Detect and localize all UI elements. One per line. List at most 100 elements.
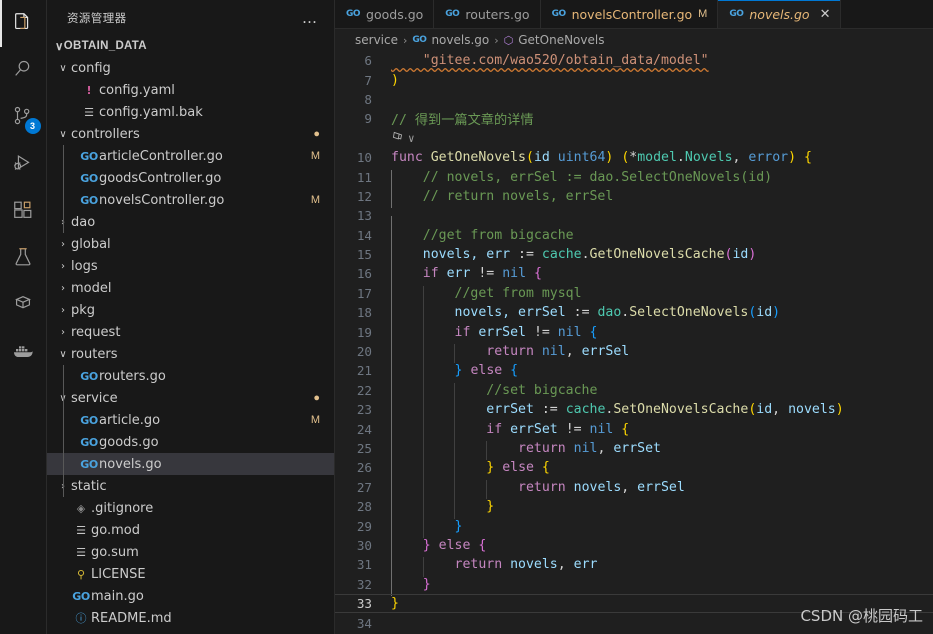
tree-item-dao[interactable]: ›dao <box>47 211 334 233</box>
go-gopher-run-icon[interactable] <box>391 130 404 147</box>
code-line-16[interactable]: 16 if err != nil { <box>335 264 933 286</box>
activity-item-run-and-debug[interactable] <box>0 141 47 188</box>
code-line-29[interactable]: 29 } <box>335 516 933 538</box>
code-token: { <box>478 537 487 553</box>
editor-tab-goods-go[interactable]: GO goods.go <box>335 0 435 28</box>
code-line-13[interactable]: 13 <box>335 206 933 236</box>
code-line-8[interactable]: 8 <box>335 90 933 109</box>
tree-item-novels-go[interactable]: GO novels.go <box>47 453 334 475</box>
editor-tab-routers-go[interactable]: GO routers.go <box>434 0 541 28</box>
activity-item-testing[interactable] <box>0 235 47 282</box>
code-token: id <box>732 247 749 263</box>
code-line-12[interactable]: 12 // return novels, errSel <box>335 187 933 209</box>
tree-item-config[interactable]: ∨ config <box>47 57 334 79</box>
tree-item-go-sum[interactable]: ☰ go.sum <box>47 541 334 563</box>
code-line-33[interactable]: 33} <box>335 593 933 614</box>
tree-item-service[interactable]: ∨service● <box>47 387 334 409</box>
tree-item-routers[interactable]: ∨ routers <box>47 343 334 365</box>
code-token: err <box>446 266 479 282</box>
tree-item-articlecontroller-go[interactable]: GO articleController.go M <box>47 145 334 167</box>
list-file-icon: ☰ <box>84 105 94 119</box>
code-token: , <box>565 344 582 360</box>
breadcrumb-item-folder[interactable]: service <box>355 33 398 47</box>
tree-item-label: global <box>71 236 111 252</box>
extensions-icon <box>12 199 34 225</box>
code-line-30[interactable]: 30 } else { <box>335 536 933 558</box>
tree-item-config-yaml[interactable]: ! config.yaml <box>47 79 334 101</box>
tree-item-controllers[interactable]: ∨ controllers ● <box>47 123 334 145</box>
tree-item-request[interactable]: › request <box>47 321 334 343</box>
activity-item-explorer[interactable] <box>0 0 47 47</box>
code-line-18[interactable]: 18 novels, errSel := dao.SelectOneNovels… <box>335 303 933 325</box>
chevron-right-icon[interactable]: › <box>55 305 71 316</box>
explorer-root-folder[interactable]: ∨ OBTAIN_DATA <box>47 35 334 57</box>
tree-item-novelscontroller-go[interactable]: GO novelsController.go M <box>47 189 334 211</box>
breadcrumb-item-symbol[interactable]: GetOneNovels <box>518 33 604 47</box>
tree-item--gitignore[interactable]: ◈ .gitignore <box>47 497 334 519</box>
code-line-28[interactable]: 28 } <box>335 497 933 519</box>
codelens-content[interactable]: ∨ <box>391 130 415 147</box>
close-icon[interactable]: ✕ <box>820 8 831 21</box>
code-line-34[interactable]: 34 <box>335 613 933 632</box>
activity-item-docker[interactable] <box>0 329 47 376</box>
code-line-21[interactable]: 21 } else { <box>335 361 933 383</box>
chevron-down-icon[interactable]: ∨ <box>55 129 71 140</box>
tree-item-go-mod[interactable]: ☰ go.mod <box>47 519 334 541</box>
tree-item-routers-go[interactable]: GO routers.go <box>47 365 334 387</box>
code-line-9[interactable]: 9 // 得到一篇文章的详情 <box>335 109 933 128</box>
code-line-17[interactable]: 17 //get from mysql <box>335 284 933 306</box>
tree-item-logs[interactable]: › logs <box>47 255 334 277</box>
tree-item-pkg[interactable]: › pkg <box>47 299 334 321</box>
chevron-down-icon[interactable]: ∨ <box>55 63 71 74</box>
explorer-more-actions-icon[interactable]: … <box>302 10 326 25</box>
file-tree[interactable]: ∨ config! config.yaml ☰ config.yaml.bak ∨ cont… <box>47 57 334 634</box>
jupyter-icon <box>12 293 34 319</box>
chevron-right-icon[interactable]: › <box>55 327 71 338</box>
activity-item-search[interactable] <box>0 47 47 94</box>
editor-tab-novels-go[interactable]: GO novels.go ✕ <box>718 0 842 28</box>
code-line-31[interactable]: 31 return novels, err <box>335 555 933 577</box>
tree-item-model[interactable]: › model <box>47 277 334 299</box>
activity-item-extensions[interactable] <box>0 188 47 235</box>
code-line-24[interactable]: 24 if errSet != nil { <box>335 419 933 441</box>
code-line-14[interactable]: 14 //get from bigcache <box>335 226 933 248</box>
tree-item-goodscontroller-go[interactable]: GO goodsController.go <box>47 167 334 189</box>
code-line-23[interactable]: 23 errSet := cache.SetOneNovelsCache(id,… <box>335 400 933 422</box>
breadcrumb[interactable]: service › GO novels.go › ⬡ GetOneNovels <box>335 29 933 51</box>
code-token: errSel <box>637 479 685 495</box>
line-number: 16 <box>356 266 372 282</box>
activity-item-jupyter[interactable] <box>0 282 47 329</box>
chevron-down-icon[interactable]: ∨ <box>55 349 71 360</box>
code-line-7[interactable]: 7) <box>335 70 933 89</box>
code-line-27[interactable]: 27 return novels, errSel <box>335 478 933 500</box>
code-line-25[interactable]: 25 return nil, errSet <box>335 439 933 461</box>
tree-item-readme-md[interactable]: ⓘ README.md <box>47 607 334 629</box>
code-line-15[interactable]: 15 novels, err := cache.GetOneNovelsCach… <box>335 245 933 267</box>
code-line-19[interactable]: 19 if errSel != nil { <box>335 322 933 345</box>
chevron-right-icon[interactable]: › <box>55 261 71 272</box>
code-token: ) <box>391 72 399 88</box>
code-line-6[interactable]: 6 "gitee.com/wao520/obtain_data/model" <box>335 51 933 70</box>
tree-item-article-go[interactable]: GO article.go M <box>47 409 334 431</box>
code-line-22[interactable]: 22 //set bigcache <box>335 381 933 403</box>
code-token: novels <box>510 557 558 573</box>
code-line-26[interactable]: 26 } else { <box>335 458 933 480</box>
activity-item-source-control[interactable]: 3 <box>0 94 47 141</box>
tree-item-license[interactable]: ⚲ LICENSE <box>47 563 334 585</box>
code-line-10[interactable]: 10 func GetOneNovels(id uint64) (*model.N… <box>335 148 933 167</box>
chevron-right-icon[interactable]: › <box>55 283 71 294</box>
tree-item-main-go[interactable]: GO main.go <box>47 585 334 607</box>
code-line-11[interactable]: 11 // novels, errSel := dao.SelectOneNov… <box>335 167 933 189</box>
tree-item-static[interactable]: ›static <box>47 475 334 497</box>
tree-item-config-yaml-bak[interactable]: ☰ config.yaml.bak <box>47 101 334 123</box>
chevron-down-icon[interactable]: ∨ <box>408 132 415 145</box>
breadcrumb-item-file[interactable]: novels.go <box>431 33 489 47</box>
code-line-20[interactable]: 20 return nil, errSel <box>335 342 933 364</box>
editor-tab-novelscontroller-go[interactable]: GO novelsController.go M <box>540 0 719 28</box>
code-editor[interactable]: 6 "gitee.com/wao520/obtain_data/model" 7)… <box>335 51 933 634</box>
chevron-right-icon[interactable]: › <box>55 239 71 250</box>
tree-item-global[interactable]: › global <box>47 233 334 255</box>
tree-item-goods-go[interactable]: GO goods.go <box>47 431 334 453</box>
code-line-32[interactable]: 32 } <box>335 575 933 597</box>
codelens-row[interactable]: ∨ <box>335 129 933 148</box>
